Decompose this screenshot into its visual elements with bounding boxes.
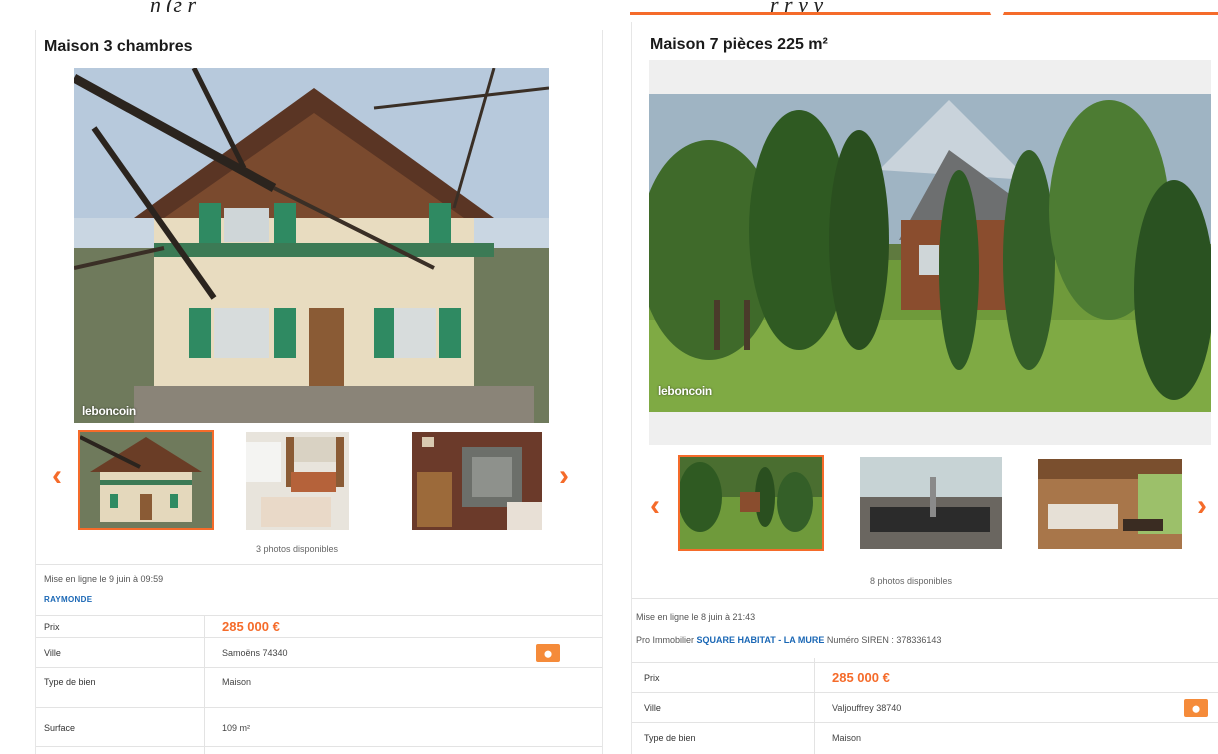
- detail-label: Type de bien: [644, 733, 696, 743]
- seller-name[interactable]: RAYMONDE: [44, 595, 92, 604]
- photo-count: 8 photos disponibles: [870, 576, 953, 586]
- thumbnail-1[interactable]: [678, 455, 824, 551]
- listing-meta: Mise en ligne le 9 juin à 09:59 RAYMONDE: [36, 564, 602, 614]
- detail-label: Prix: [44, 622, 60, 632]
- watermark: leboncoin: [658, 384, 712, 398]
- detail-label: Surface: [44, 723, 76, 733]
- divider-notch: [990, 10, 1004, 18]
- prev-photo-arrow[interactable]: ‹: [650, 491, 660, 521]
- thumbnail-3[interactable]: [412, 432, 542, 530]
- thumbnail-image: [1038, 459, 1182, 549]
- chalet-photo: [74, 68, 549, 423]
- column-divider: [204, 615, 205, 754]
- thumbnail-image: [246, 432, 349, 530]
- map-pin-button[interactable]: ⬤: [536, 644, 560, 662]
- listing-card-left: Maison 3 chambres leboncoin ‹ › 3 photos…: [35, 30, 603, 754]
- posted-date: Mise en ligne le 8 juin à 21:43: [636, 612, 756, 622]
- details-table: Prix 285 000 € Ville Samoëns 74340 ⬤ Typ…: [36, 615, 602, 754]
- orange-divider: [630, 12, 1218, 15]
- next-photo-arrow[interactable]: ›: [559, 461, 569, 491]
- detail-row-price: Prix 285 000 €: [36, 615, 602, 637]
- price-value: 285 000 €: [832, 670, 890, 685]
- map-pin-icon: ⬤: [544, 651, 552, 658]
- column-divider: [814, 658, 815, 754]
- detail-row-type: Type de bien Maison: [632, 722, 1218, 754]
- main-photo[interactable]: leboncoin: [74, 68, 549, 423]
- detail-row-city: Ville Samoëns 74340 ⬤: [36, 637, 602, 667]
- thumbnail-image: [412, 432, 542, 530]
- prev-photo-arrow[interactable]: ‹: [52, 461, 62, 491]
- thumbnail-image: [680, 457, 822, 549]
- detail-label: Prix: [644, 673, 660, 683]
- listing-card-right: Maison 7 pièces 225 m² leboncoin ‹ › 8 p…: [631, 22, 1218, 754]
- surface-value: 109 m²: [222, 723, 251, 733]
- detail-row-type: Type de bien Maison: [36, 667, 602, 697]
- chalet-forest-photo: [649, 60, 1211, 445]
- main-photo[interactable]: leboncoin: [649, 60, 1211, 445]
- posted-date: Mise en ligne le 9 juin à 09:59: [44, 574, 164, 584]
- type-value: Maison: [222, 677, 252, 687]
- detail-row-surface: Surface 109 m²: [36, 707, 602, 747]
- cropped-caption-right: ŗ ŗ ŷ ŷ: [770, 0, 1100, 12]
- detail-label: Type de bien: [44, 677, 96, 687]
- cropped-caption-left: ŋ (ӷ ŗ: [150, 0, 410, 12]
- detail-row-price: Prix 285 000 €: [632, 662, 1218, 692]
- listing-title: Maison 3 chambres: [44, 38, 193, 55]
- map-pin-button[interactable]: ⬤: [1184, 699, 1208, 717]
- map-pin-icon: ⬤: [1192, 706, 1200, 713]
- city-value: Samoëns 74340: [222, 648, 288, 658]
- thumbnail-image: [860, 457, 1002, 549]
- thumbnail-3[interactable]: [1038, 459, 1182, 549]
- type-value: Maison: [832, 733, 862, 743]
- pro-prefix: Pro Immobilier: [636, 635, 695, 645]
- thumbnail-2[interactable]: [246, 432, 349, 530]
- listing-meta: Mise en ligne le 8 juin à 21:43 Pro Immo…: [632, 598, 1218, 654]
- pro-seller-line: Pro Immobilier SQUARE HABITAT - LA MURE …: [636, 635, 941, 645]
- listing-title: Maison 7 pièces 225 m²: [650, 36, 828, 53]
- city-value: Valjouffrey 38740: [832, 703, 902, 713]
- detail-row-city: Ville Valjouffrey 38740 ⬤: [632, 692, 1218, 722]
- photo-count: 3 photos disponibles: [256, 544, 339, 554]
- details-table: Prix 285 000 € Ville Valjouffrey 38740 ⬤…: [632, 658, 1218, 754]
- siren-number: Numéro SIREN : 378336143: [826, 635, 942, 645]
- price-value: 285 000 €: [222, 619, 280, 634]
- detail-label: Ville: [44, 648, 61, 658]
- thumbnail-image: [80, 432, 212, 528]
- next-photo-arrow[interactable]: ›: [1197, 491, 1207, 521]
- thumbnail-2[interactable]: [860, 457, 1002, 549]
- pro-seller-name[interactable]: SQUARE HABITAT - LA MURE: [697, 635, 825, 645]
- watermark: leboncoin: [82, 404, 136, 418]
- thumbnail-1[interactable]: [78, 430, 214, 530]
- detail-label: Ville: [644, 703, 661, 713]
